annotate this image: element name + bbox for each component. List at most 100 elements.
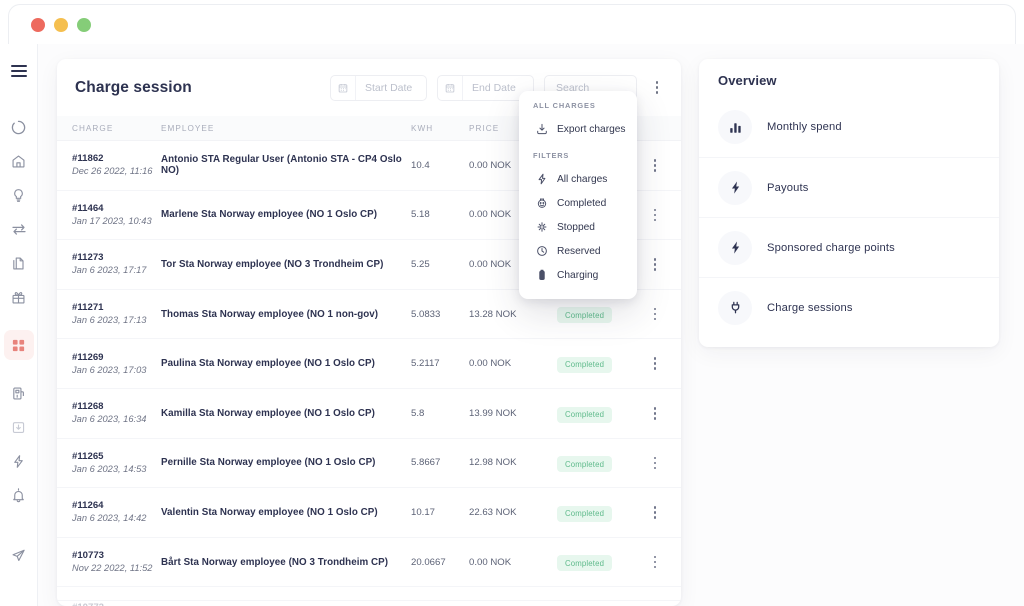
more-vertical-icon[interactable] (653, 307, 657, 321)
more-vertical-icon[interactable] (653, 258, 657, 271)
status-badge: Completed (557, 307, 613, 324)
more-vertical-icon[interactable] (653, 555, 657, 569)
table-row[interactable]: #11268 Jan 6 2023, 16:34 Kamilla Sta Norwa… (57, 389, 681, 439)
charge-id: #11862 (72, 153, 104, 165)
price-value: 13.99 NOK (469, 407, 517, 419)
download-icon (535, 123, 548, 136)
overview-item-sponsored-charge-points[interactable]: Sponsored charge points (699, 217, 999, 277)
sidebar-item-gift[interactable] (4, 282, 34, 312)
overview-item-label: Charge sessions (767, 301, 853, 314)
charge-id: #10772 (57, 601, 681, 606)
menu-item-label: Charging (557, 269, 599, 281)
close-window-button[interactable] (31, 17, 45, 32)
charge-date: Jan 6 2023, 17:03 (72, 364, 147, 375)
more-vertical-icon[interactable] (653, 357, 657, 370)
charge-id: #10773 (72, 550, 105, 562)
more-vertical-icon[interactable] (653, 506, 657, 519)
more-vertical-icon[interactable] (653, 208, 657, 222)
charges-dropdown-menu: ALL CHARGES Export charges FILTERS All c… (519, 91, 637, 299)
menu-item-label: Reserved (557, 245, 601, 257)
charge-id: #11273 (72, 252, 104, 264)
menu-item-label: Stopped (557, 221, 595, 233)
menu-item-export-charges[interactable]: Export charges (519, 117, 637, 141)
application-frame: Gr 4.0 ou of Charge session Sta (0, 44, 1024, 606)
kwh-value: 5.25 (411, 258, 430, 270)
employee-name: Paulina Sta Norway employee (NO 1 Oslo C… (161, 358, 375, 370)
sidebar-item-grid-squares[interactable] (3, 330, 34, 360)
more-vertical-icon[interactable] (653, 406, 657, 420)
battery-icon (535, 269, 548, 282)
burst-icon (535, 221, 548, 234)
minimize-window-button[interactable] (54, 17, 68, 32)
dropdown-section-filters: FILTERS (533, 151, 570, 160)
start-date-field[interactable]: Start Date (330, 74, 427, 101)
maximize-window-button[interactable] (77, 17, 91, 32)
menu-item-filter-completed[interactable]: Completed (519, 191, 637, 215)
overview-item-charge-sessions[interactable]: Charge sessions (699, 277, 999, 337)
table-row[interactable]: #10773 Nov 22 2022, 11:52 Bårt Sta Norway … (57, 538, 681, 588)
sidebar-item-download-box[interactable] (4, 412, 34, 442)
sidebar-item-transfer[interactable] (4, 214, 34, 244)
end-date-input[interactable]: End Date (463, 82, 526, 94)
menu-item-filter-stopped[interactable]: Stopped (519, 215, 637, 239)
price-value: 12.98 NOK (469, 457, 517, 469)
column-header-charge: CHARGE (72, 123, 114, 133)
overview-card: Overview Monthly spend Payouts Sponsored c… (699, 59, 999, 347)
overview-list: Monthly spend Payouts Sponsored charge poi… (699, 97, 999, 337)
sidebar-item-lightbulb[interactable] (4, 180, 34, 210)
dropdown-filter-list: All charges Completed Stopped Reserved Charg… (519, 167, 637, 287)
overview-item-payouts[interactable]: Payouts (699, 157, 999, 217)
kwh-value: 5.8667 (411, 457, 441, 469)
status-badge: Completed (557, 456, 613, 473)
employee-name: Bårt Sta Norway employee (NO 3 Trondheim… (161, 556, 389, 568)
table-row[interactable]: #11264 Jan 6 2023, 14:42 Valentin Sta Norw… (57, 488, 681, 538)
column-header-employee: EMPLOYEE (161, 123, 215, 133)
kwh-value: 5.8 (411, 407, 425, 419)
kwh-value: 20.0667 (411, 556, 446, 568)
smiley-face-icon (535, 197, 548, 210)
sidebar-item-bell[interactable] (4, 480, 34, 510)
overview-item-monthly-spend[interactable]: Monthly spend (699, 97, 999, 157)
charge-id: #11268 (72, 401, 104, 413)
calendar-icon (331, 75, 356, 100)
menu-item-filter-charging[interactable]: Charging (519, 263, 637, 287)
table-row-partial[interactable]: #10772 (57, 600, 681, 606)
kwh-value: 5.2117 (411, 358, 440, 370)
status-badge: Completed (557, 406, 613, 423)
menu-item-label: Export charges (557, 123, 626, 135)
clock-icon (535, 245, 548, 258)
menu-item-filter-reserved[interactable]: Reserved (519, 239, 637, 263)
menu-item-filter-all-charges[interactable]: All charges (519, 167, 637, 191)
charge-id: #11271 (72, 302, 104, 314)
sidebar-item-home[interactable] (4, 146, 34, 176)
more-vertical-icon[interactable] (649, 76, 665, 100)
price-value: 0.00 NOK (469, 358, 512, 370)
sidebar-item-lightning[interactable] (4, 446, 34, 476)
employee-name: Pernille Sta Norway employee (NO 1 Oslo … (161, 457, 376, 469)
lightning-bolt-icon (535, 173, 548, 186)
calendar-icon (438, 75, 463, 100)
sidebar-item-charge-point[interactable] (4, 378, 34, 408)
status-badge: Completed (557, 505, 613, 522)
more-vertical-icon[interactable] (653, 159, 657, 172)
sidebar-item-documents[interactable] (4, 248, 34, 278)
charge-date: Jan 6 2023, 17:17 (72, 265, 147, 276)
table-row[interactable]: #11265 Jan 6 2023, 14:53 Pernille Sta Norw… (57, 439, 681, 489)
start-date-input[interactable]: Start Date (356, 82, 422, 94)
sidebar-item-credit-card[interactable] (4, 600, 34, 606)
more-vertical-icon[interactable] (653, 456, 657, 470)
left-navigation-rail: Gr 4.0 ou of (0, 44, 38, 606)
charge-date: Jan 6 2023, 14:53 (72, 463, 147, 474)
sidebar-item-loading-circle[interactable] (4, 112, 34, 142)
employee-name: Tor Sta Norway employee (NO 3 Trondheim … (161, 258, 384, 270)
charge-date: Nov 22 2022, 11:52 (72, 563, 153, 574)
employee-name: Antonio STA Regular User (Antonio STA - … (161, 154, 402, 177)
employee-name: Kamilla Sta Norway employee (NO 1 Oslo C… (161, 407, 375, 419)
price-value: 0.00 NOK (469, 556, 512, 568)
table-row[interactable]: #11269 Jan 6 2023, 17:03 Paulina Sta Norwa… (57, 339, 681, 389)
charge-date: Jan 6 2023, 17:13 (72, 315, 147, 326)
hamburger-menu-icon[interactable] (4, 56, 34, 86)
kwh-value: 5.0833 (411, 308, 441, 320)
status-badge: Completed (557, 356, 613, 373)
sidebar-item-send[interactable] (4, 540, 34, 570)
